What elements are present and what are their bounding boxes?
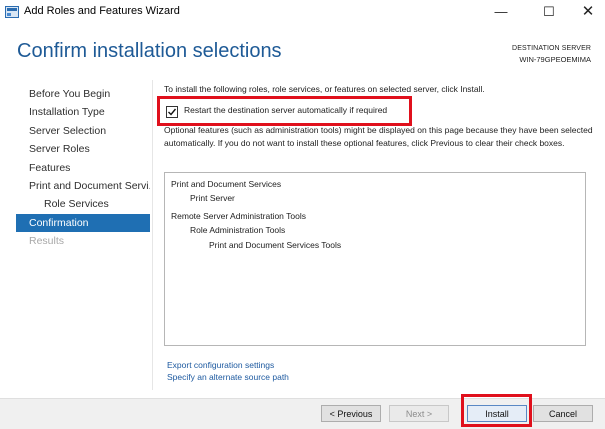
close-button[interactable]: ✕: [571, 0, 605, 24]
minimize-button[interactable]: —: [484, 0, 518, 24]
feature-item: Print Server: [190, 193, 235, 203]
server-manager-icon: [5, 5, 19, 18]
nav-item-server-roles[interactable]: Server Roles: [16, 140, 150, 158]
restart-checkbox[interactable]: [166, 106, 178, 118]
nav-item-server-selection[interactable]: Server Selection: [16, 122, 150, 140]
optional-features-text: Optional features (such as administratio…: [164, 125, 593, 148]
destination-server-label: DESTINATION SERVER: [512, 45, 591, 52]
restart-checkbox-label[interactable]: Restart the destination server automatic…: [184, 105, 387, 115]
destination-server-name: WIN-79GPEOEMIMA: [519, 55, 591, 64]
features-list-box: Print and Document Services Print Server…: [164, 172, 586, 346]
window-title: Add Roles and Features Wizard: [24, 5, 180, 17]
alternate-source-path-link[interactable]: Specify an alternate source path: [167, 372, 289, 382]
feature-item: Print and Document Services Tools: [209, 240, 342, 250]
checkmark-icon: [168, 108, 177, 116]
nav-item-before-you-begin[interactable]: Before You Begin: [16, 85, 150, 103]
export-configuration-link[interactable]: Export configuration settings: [167, 360, 274, 370]
title-bar: Add Roles and Features Wizard — ☐ ✕: [0, 0, 605, 24]
wizard-steps-nav: Before You Begin Installation Type Serve…: [16, 85, 150, 251]
previous-button[interactable]: < Previous: [321, 405, 381, 422]
nav-item-print-document-services[interactable]: Print and Document Servi...: [16, 177, 150, 195]
nav-item-installation-type[interactable]: Installation Type: [16, 103, 150, 121]
nav-item-results: Results: [29, 235, 65, 248]
nav-item-confirmation[interactable]: Confirmation: [16, 213, 150, 233]
nav-item-features[interactable]: Features: [16, 159, 150, 177]
cancel-button[interactable]: Cancel: [533, 405, 593, 422]
page-title: Confirm installation selections: [17, 40, 282, 62]
feature-item: Role Administration Tools: [190, 225, 286, 235]
nav-item-role-services[interactable]: Role Services: [16, 195, 150, 213]
next-button: Next >: [389, 405, 449, 422]
install-button[interactable]: Install: [467, 405, 527, 422]
maximize-button[interactable]: ☐: [532, 0, 566, 24]
content-divider: [152, 80, 153, 390]
feature-item: Remote Server Administration Tools: [171, 211, 306, 221]
feature-item: Print and Document Services: [171, 179, 282, 189]
intro-text: To install the following roles, role ser…: [164, 84, 485, 94]
